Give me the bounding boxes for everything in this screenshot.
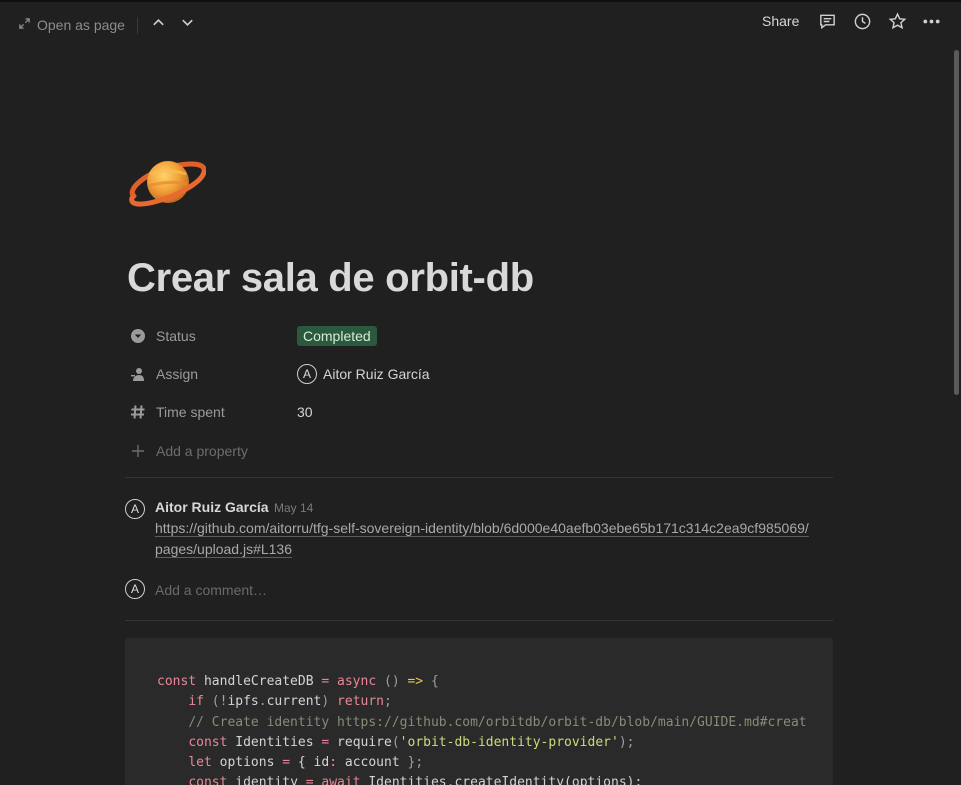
peek-panel: Open as page Share Crear sala de orbit-d… xyxy=(0,0,961,785)
open-as-page-label: Open as page xyxy=(37,17,125,33)
code-line: const handleCreateDB = async () => { xyxy=(157,674,439,689)
history-icon xyxy=(853,12,872,36)
status-badge: Completed xyxy=(297,326,377,346)
top-bar: Open as page Share xyxy=(0,2,961,46)
code-content: const handleCreateDB = async () => { if … xyxy=(157,672,807,785)
ringed-planet-icon[interactable] xyxy=(128,152,207,214)
code-line: const identity = await Identities.create… xyxy=(188,775,643,785)
property-status: Status Completed xyxy=(128,322,833,350)
expand-icon xyxy=(18,17,31,33)
favorite-button[interactable] xyxy=(886,12,908,36)
more-actions-button[interactable] xyxy=(920,13,942,35)
updates-button[interactable] xyxy=(851,13,873,35)
person-icon xyxy=(128,364,148,384)
status-icon xyxy=(128,326,148,346)
assignee-name: Aitor Ruiz García xyxy=(323,366,430,382)
add-comment-input[interactable] xyxy=(155,580,815,600)
property-time-spent-label[interactable]: Time spent xyxy=(128,402,297,422)
page-title[interactable]: Crear sala de orbit-db xyxy=(127,256,534,301)
divider xyxy=(125,477,833,478)
scrollbar-thumb[interactable] xyxy=(954,50,959,395)
current-user-avatar: A xyxy=(125,579,145,599)
divider xyxy=(125,620,833,621)
comment-link[interactable]: https://github.com/aitorru/tfg-self-sove… xyxy=(155,518,815,560)
more-icon xyxy=(922,12,941,36)
property-time-spent: Time spent 30 xyxy=(128,398,833,426)
add-property-label: Add a property xyxy=(156,443,248,459)
add-property-button[interactable]: Add a property xyxy=(128,437,833,465)
property-assign-label[interactable]: Assign xyxy=(128,364,297,384)
toolbar-divider xyxy=(137,17,138,34)
previous-page-button[interactable] xyxy=(148,15,168,35)
chevron-down-icon xyxy=(180,15,195,35)
plus-icon xyxy=(128,441,148,461)
code-line: const Identities = require('orbit-db-ide… xyxy=(188,734,635,750)
next-page-button[interactable] xyxy=(177,15,197,35)
property-assign: Assign A Aitor Ruiz García xyxy=(128,360,833,388)
comments-button[interactable] xyxy=(816,13,838,35)
open-as-page-button[interactable]: Open as page xyxy=(18,15,125,35)
property-time-spent-value[interactable]: 30 xyxy=(297,404,313,420)
property-status-label[interactable]: Status xyxy=(128,326,297,346)
avatar: A xyxy=(297,364,317,384)
share-button[interactable]: Share xyxy=(762,13,799,29)
property-status-value[interactable]: Completed xyxy=(297,326,377,346)
chevron-up-icon xyxy=(151,15,166,35)
code-block[interactable]: const handleCreateDB = async () => { if … xyxy=(125,638,833,785)
code-line: let options = { id: account }; xyxy=(188,755,424,771)
property-assign-value[interactable]: A Aitor Ruiz García xyxy=(297,364,430,384)
comment-date: May 14 xyxy=(274,501,314,515)
number-icon xyxy=(128,402,148,422)
comment-author-avatar: A xyxy=(125,499,145,519)
comment-icon xyxy=(818,12,837,36)
star-icon xyxy=(888,12,907,36)
code-line: // Create identity https://github.com/or… xyxy=(188,714,807,730)
scrollbar[interactable] xyxy=(953,46,961,785)
code-line: if (!ipfs.current) return; xyxy=(188,694,392,710)
comment-author: Aitor Ruiz García xyxy=(155,499,269,515)
